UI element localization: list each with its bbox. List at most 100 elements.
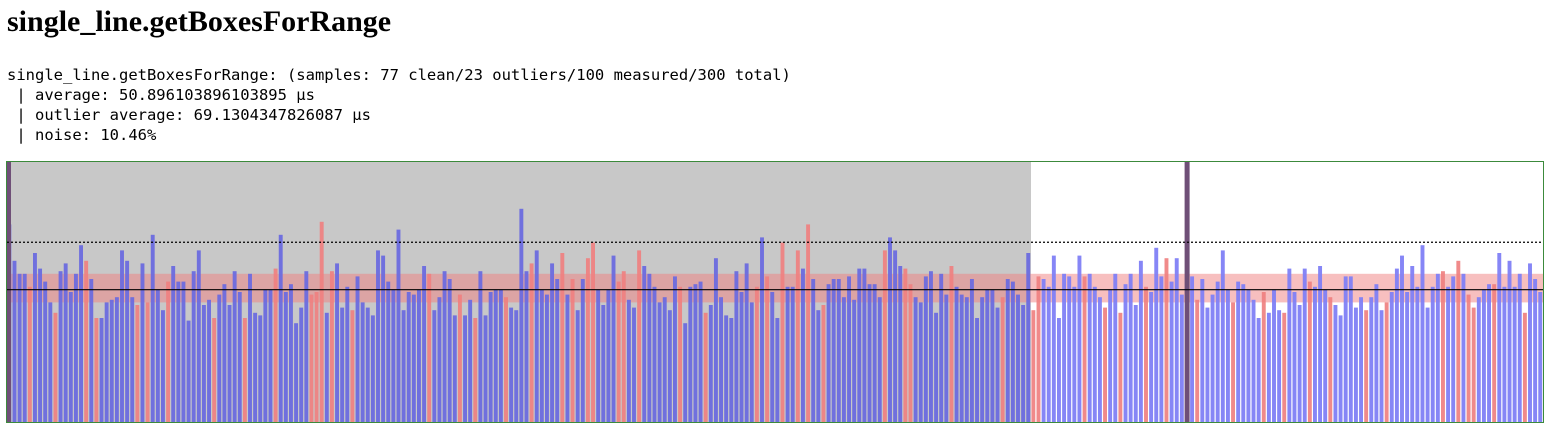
stats-outlier-average-line: | outlier average: 69.1304347826087 µs [7, 106, 371, 124]
sample-bar [253, 312, 258, 422]
outlier-bar [427, 273, 432, 422]
sample-bar [626, 299, 631, 422]
outlier-bar [754, 286, 759, 422]
sample-bar [934, 312, 939, 422]
sample-bar [539, 289, 544, 422]
sample-bar [514, 310, 519, 422]
outlier-bar [84, 260, 89, 422]
sample-bar [980, 297, 985, 422]
outlier-bar [319, 221, 324, 422]
outlier-bar [1118, 312, 1123, 422]
sample-bar [975, 318, 979, 422]
outlier-bar [273, 268, 278, 422]
sample-bar [468, 299, 473, 422]
sample-bar [43, 281, 48, 422]
sample-bar [396, 229, 401, 422]
sample-bar [632, 307, 636, 422]
outlier-bar [309, 294, 314, 422]
outlier-bar [637, 250, 642, 422]
sample-bar [652, 286, 657, 422]
stats-samples-line: single_line.getBoxesForRange: (samples: … [7, 66, 791, 84]
sample-bar [534, 250, 539, 422]
sample-bar [888, 237, 892, 422]
outlier-bar [621, 271, 626, 422]
sample-bar [283, 292, 288, 422]
sample-bar [1353, 307, 1358, 422]
sample-bar [1302, 268, 1307, 422]
sample-bar [89, 279, 94, 422]
page-title: single_line.getBoxesForRange [7, 5, 392, 38]
sample-bar [555, 279, 560, 422]
sample-bar [1313, 286, 1317, 422]
sample-bar [509, 307, 514, 422]
sample-bar [38, 268, 43, 422]
sample-bar [488, 292, 493, 422]
outlier-bar [678, 286, 683, 422]
outlier-bar [27, 286, 32, 422]
sample-bar [263, 289, 268, 422]
sample-bar [463, 315, 467, 422]
sample-bar [1394, 268, 1399, 422]
outlier-bar [1441, 271, 1445, 422]
sample-bar [954, 286, 959, 422]
sample-bar [1046, 286, 1051, 422]
sample-bar [437, 297, 442, 422]
sample-bar [376, 250, 380, 422]
sample-bar [1016, 294, 1020, 422]
sample-bar [1476, 297, 1481, 422]
sample-bar [1374, 284, 1379, 422]
sample-bar [1507, 260, 1512, 422]
sample-bar [1481, 289, 1486, 422]
sample-bar [739, 292, 744, 422]
sample-bar [1256, 318, 1261, 422]
sample-bar [862, 268, 867, 422]
sample-bar [1087, 273, 1092, 422]
range-marker [1184, 162, 1190, 422]
sample-bar [708, 305, 713, 422]
outlier-bar [780, 242, 785, 422]
outlier-bar [166, 281, 171, 422]
outlier-bar [903, 268, 908, 422]
sample-bar [17, 273, 22, 422]
sample-bar [304, 271, 309, 422]
outlier-bar [1471, 307, 1476, 422]
outlier-bar [457, 294, 462, 422]
sample-bar [104, 302, 109, 422]
sample-bar [73, 273, 78, 422]
sample-bar [801, 268, 805, 422]
sample-bar [667, 310, 672, 422]
sample-bar [929, 271, 933, 422]
sample-bar [299, 307, 304, 422]
sample-bar [601, 305, 606, 422]
outlier-bar [1144, 286, 1148, 422]
sample-bar [693, 284, 698, 422]
outlier-bar [329, 271, 334, 422]
outlier-bar [765, 276, 770, 422]
samples-chart-svg [7, 162, 1543, 422]
outlier-bar [145, 302, 150, 422]
sample-bar [109, 299, 114, 422]
noise-band [7, 273, 1543, 303]
sample-bar [120, 250, 124, 422]
sample-bar [140, 263, 145, 422]
sample-bar [1154, 247, 1159, 422]
sample-bar [258, 315, 263, 422]
outlier-bar [795, 250, 800, 422]
sample-bar [1174, 258, 1179, 422]
sample-bar [237, 292, 242, 422]
sample-bar [811, 279, 816, 422]
sample-bar [524, 271, 529, 422]
sample-bar [969, 279, 974, 422]
sample-bar [1026, 253, 1031, 422]
outlier-bar [585, 258, 590, 422]
sample-bar [33, 253, 37, 422]
sample-bar [944, 294, 949, 422]
outlier-bar [242, 318, 247, 422]
sample-bar [1128, 273, 1133, 422]
outlier-bar [350, 310, 355, 422]
sample-bar [611, 255, 616, 422]
sample-bar [657, 302, 662, 422]
sample-bar [161, 310, 165, 422]
sample-bar [222, 284, 227, 422]
sample-bar [1097, 297, 1102, 422]
